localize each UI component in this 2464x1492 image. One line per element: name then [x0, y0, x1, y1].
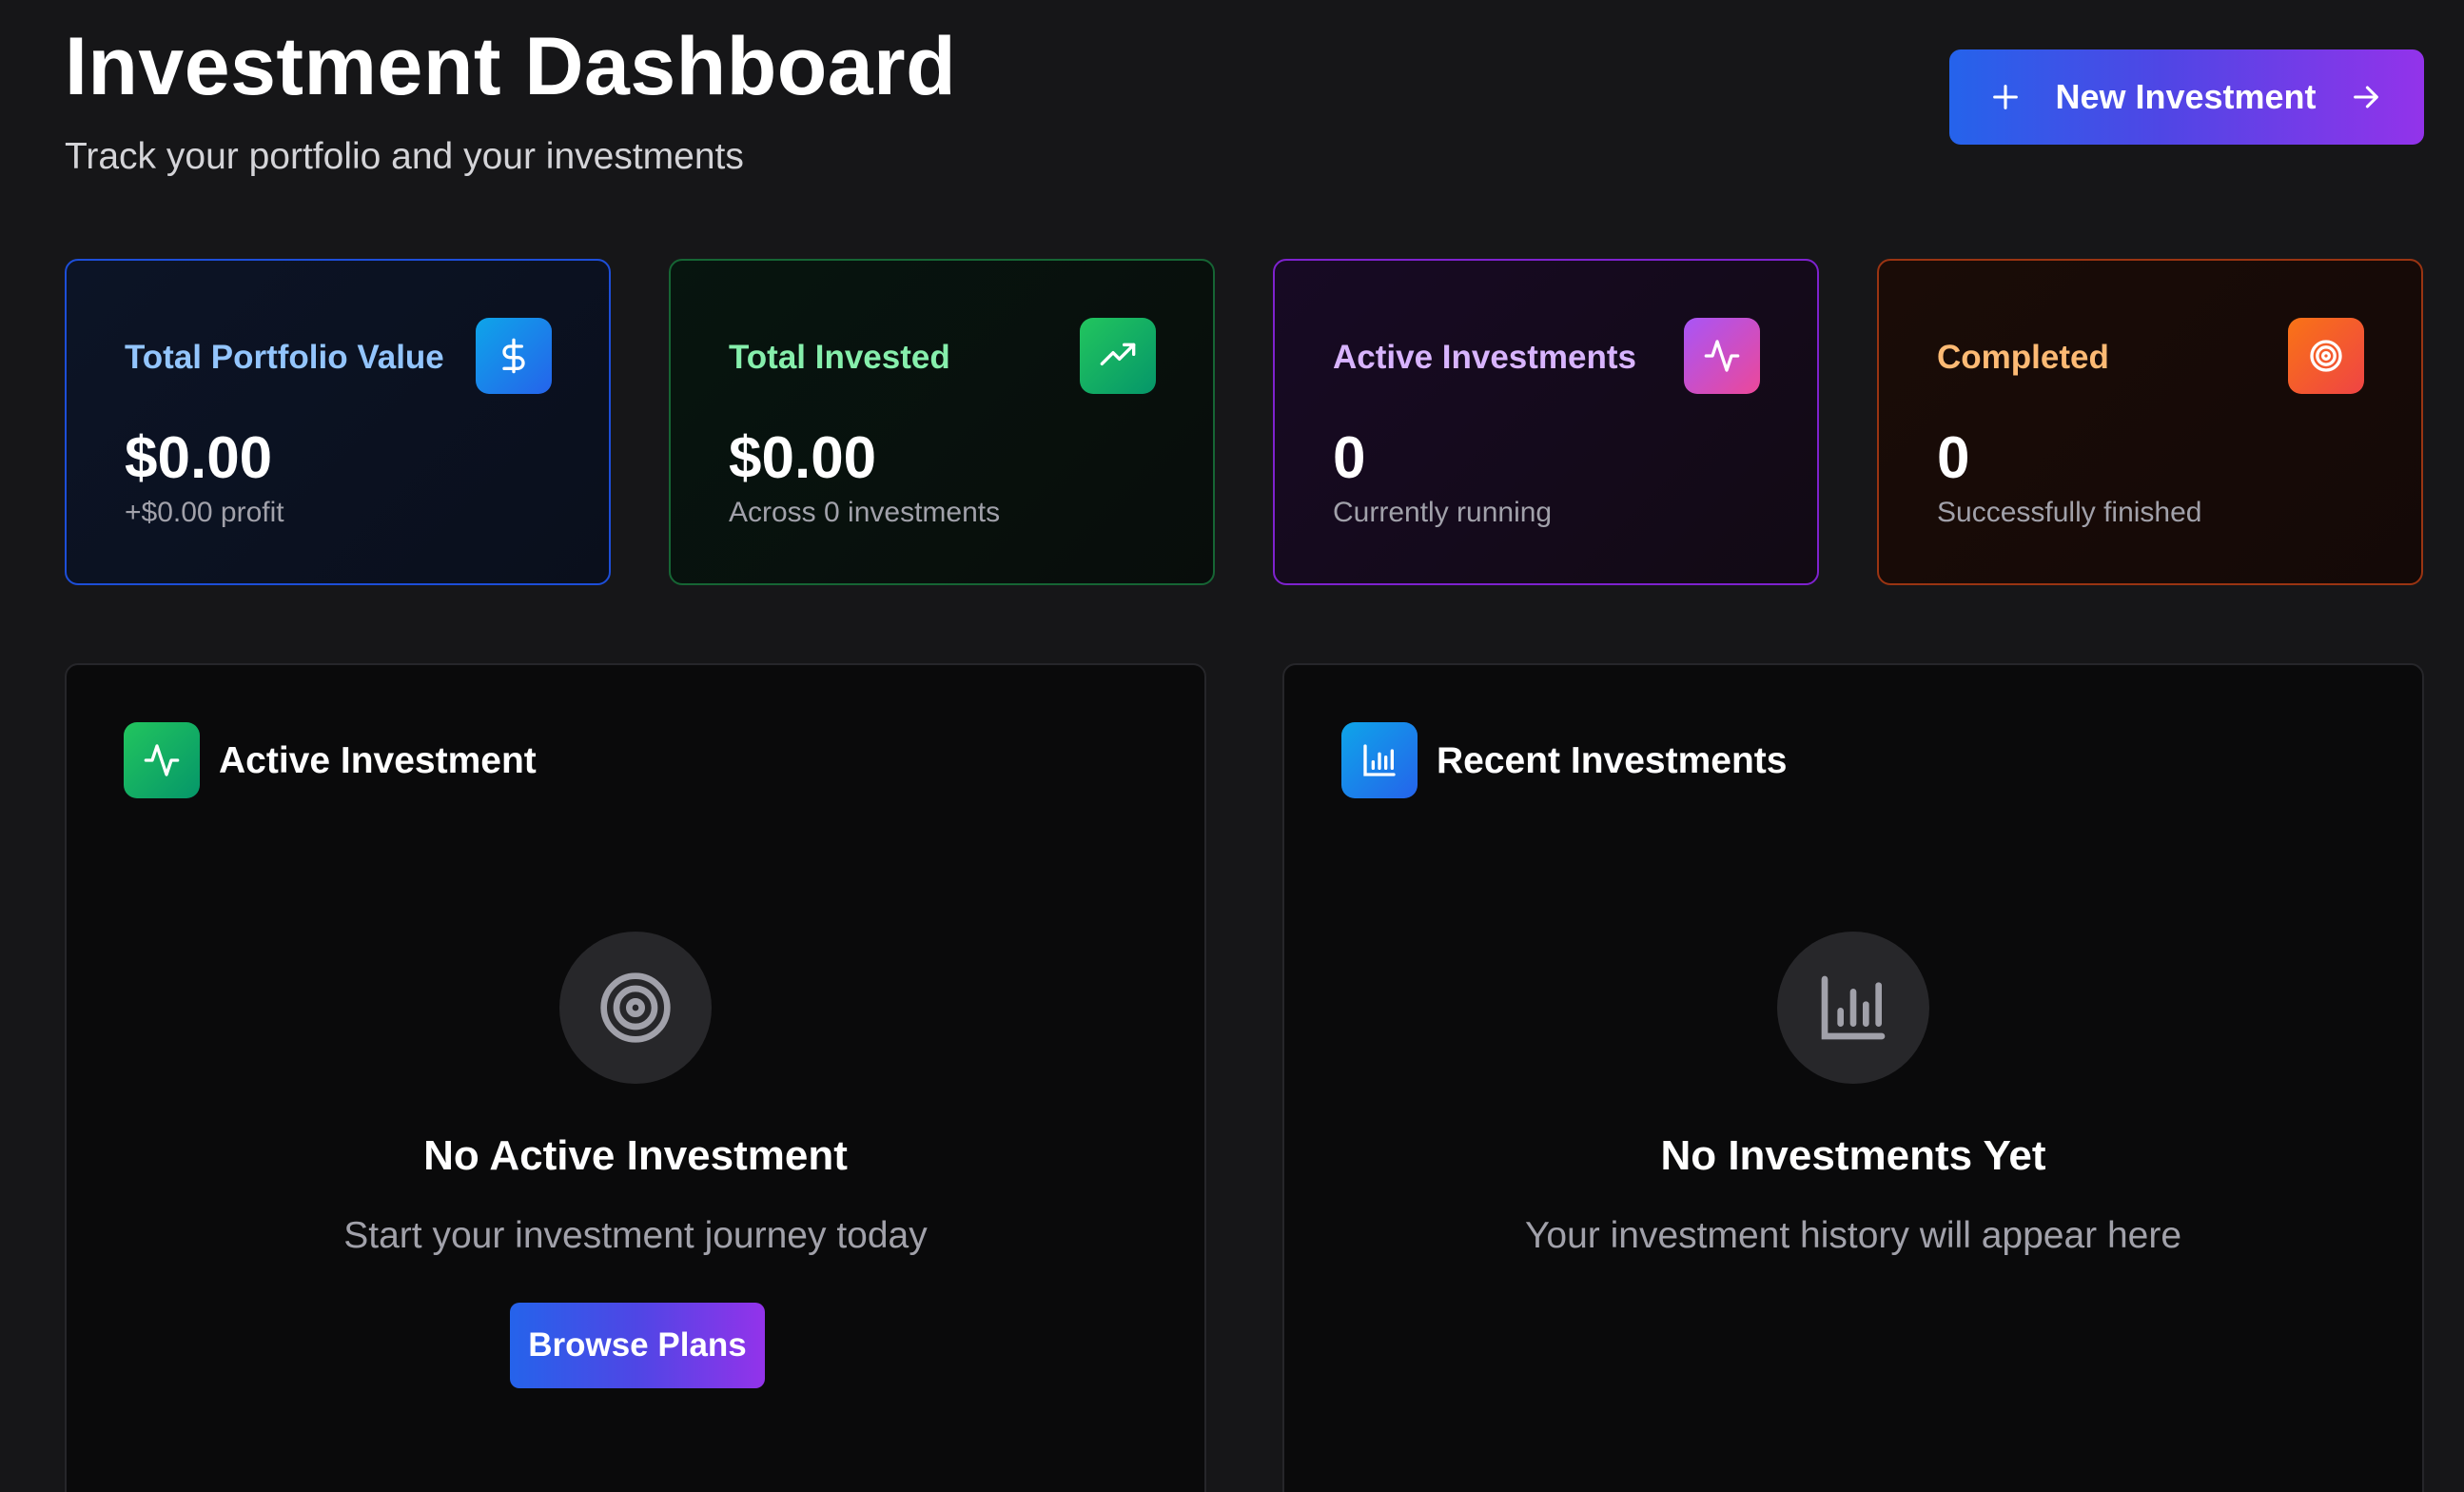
target-icon — [559, 932, 712, 1084]
dollar-icon — [476, 318, 552, 394]
investment-dashboard-page: Investment Dashboard Track your portfoli… — [0, 0, 2464, 1492]
stat-label: Active Investments — [1333, 339, 1637, 376]
stat-value: $0.00 — [125, 425, 273, 491]
empty-state-title: No Active Investment — [423, 1132, 848, 1179]
page-title: Investment Dashboard — [65, 21, 957, 112]
stat-subtext: Across 0 investments — [729, 497, 1001, 528]
empty-state-description: Start your investment journey today — [343, 1215, 928, 1256]
active-investment-panel: Active Investment No Active Investment S… — [65, 663, 1206, 1492]
empty-state-title: No Investments Yet — [1660, 1132, 2046, 1179]
activity-icon — [124, 722, 200, 798]
stat-label: Total Invested — [729, 339, 950, 376]
target-icon — [2288, 318, 2364, 394]
new-investment-label: New Investment — [2055, 77, 2317, 116]
stat-value: 0 — [1937, 425, 1970, 491]
bar-chart-icon — [1341, 722, 1418, 798]
stat-value: 0 — [1333, 425, 1366, 491]
stat-card-total-invested: Total Invested $0.00 Across 0 investment… — [669, 259, 1215, 585]
plus-icon — [1989, 81, 2022, 113]
stat-subtext: +$0.00 profit — [125, 497, 284, 528]
stat-value: $0.00 — [729, 425, 877, 491]
bar-chart-icon — [1777, 932, 1929, 1084]
stat-card-completed: Completed 0 Successfully finished — [1877, 259, 2423, 585]
recent-investments-panel: Recent Investments No Investments Yet Yo… — [1282, 663, 2424, 1492]
activity-icon — [1684, 318, 1760, 394]
trending-up-icon — [1080, 318, 1156, 394]
stat-card-active-investments: Active Investments 0 Currently running — [1273, 259, 1819, 585]
page-subtitle: Track your portfolio and your investment… — [65, 136, 744, 177]
stat-subtext: Currently running — [1333, 497, 1553, 528]
panel-title: Active Investment — [219, 740, 537, 781]
stat-label: Total Portfolio Value — [125, 339, 444, 376]
arrow-right-icon — [2350, 81, 2382, 113]
browse-plans-button[interactable]: Browse Plans — [510, 1303, 765, 1388]
empty-state-description: Your investment history will appear here — [1524, 1215, 2182, 1256]
stat-subtext: Successfully finished — [1937, 497, 2202, 528]
new-investment-button[interactable]: New Investment — [1949, 49, 2424, 145]
stat-label: Completed — [1937, 339, 2109, 376]
panel-title: Recent Investments — [1437, 740, 1788, 781]
stat-card-portfolio-value: Total Portfolio Value $0.00 +$0.00 profi… — [65, 259, 611, 585]
